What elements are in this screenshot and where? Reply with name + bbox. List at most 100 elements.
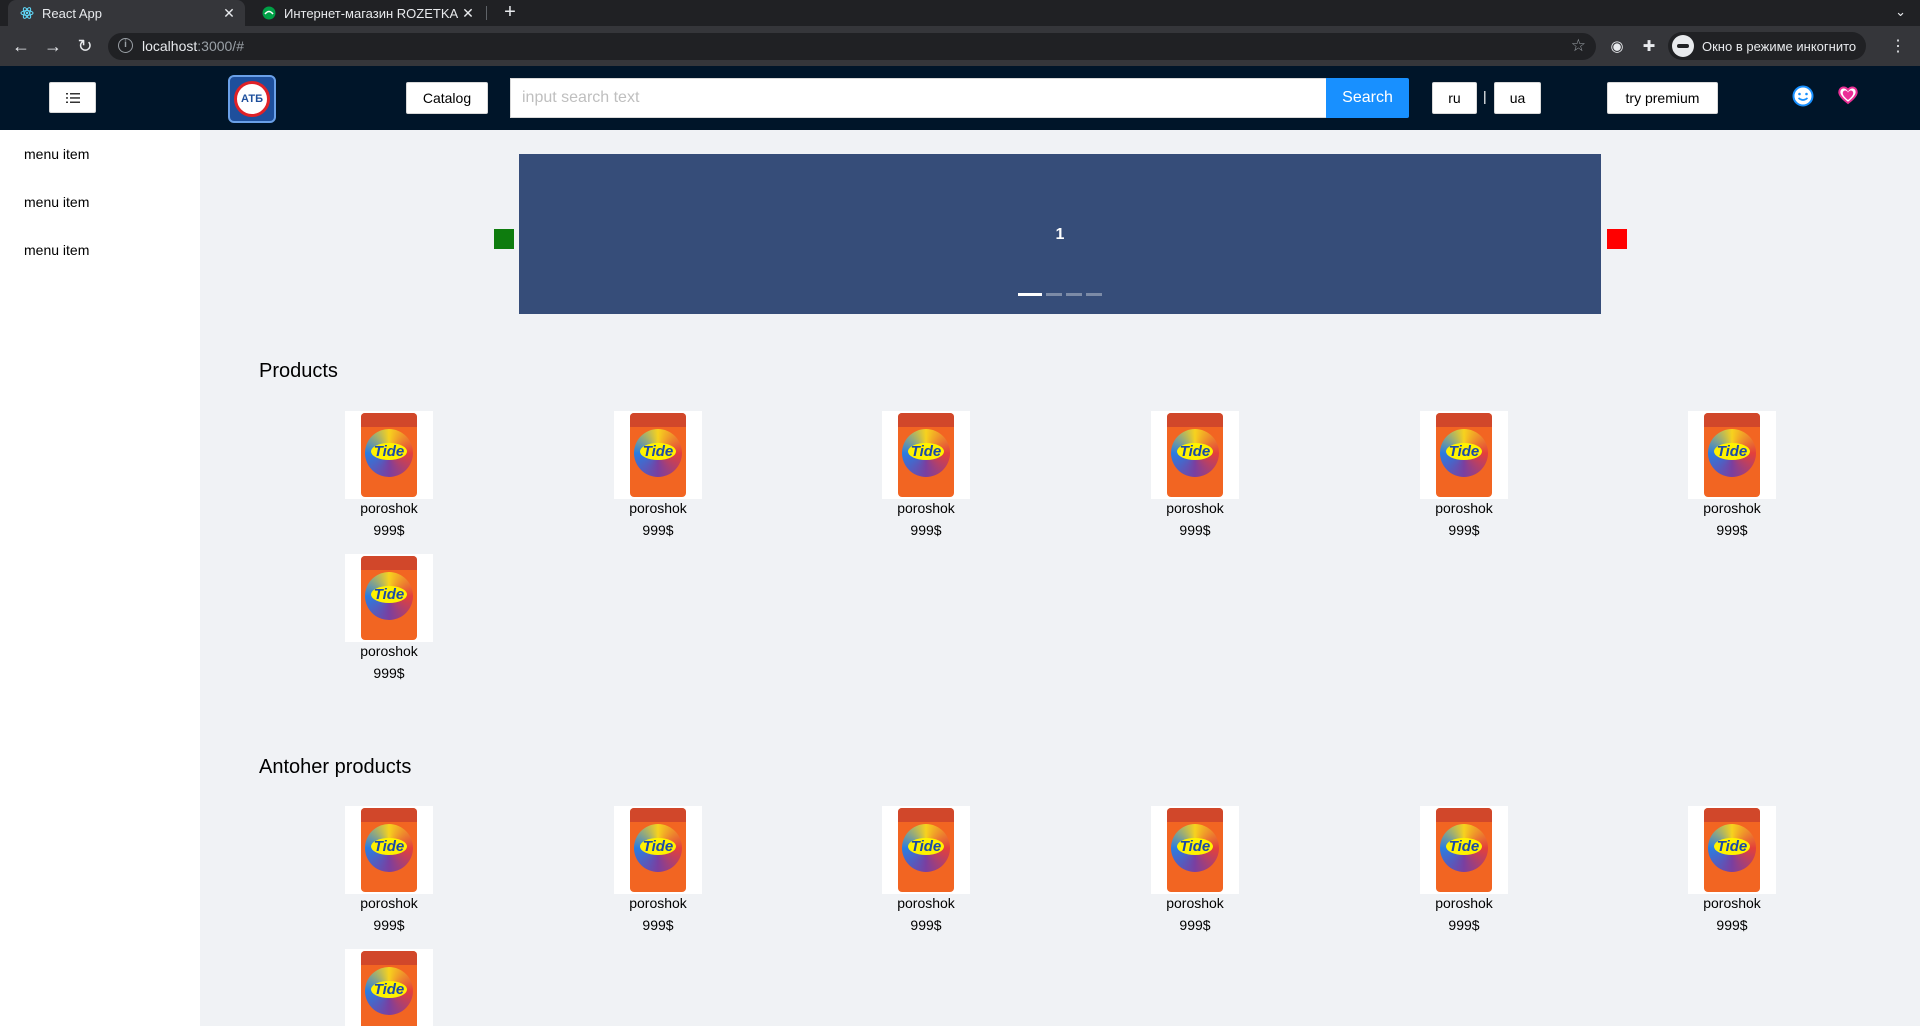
product-name: poroshok [360, 500, 418, 516]
search-button[interactable]: Search [1326, 78, 1409, 118]
smile-icon[interactable] [1792, 85, 1814, 107]
carousel: 1 [519, 154, 1601, 314]
product-image-logo: Tide [1177, 443, 1213, 460]
tide-detergent-pack-icon: Tide [361, 951, 417, 1026]
carousel-next-button[interactable] [1607, 229, 1627, 249]
product-price: 999$ [910, 522, 942, 538]
url-host: localhost [142, 38, 198, 54]
address-bar[interactable]: i localhost:3000/# ☆ [108, 33, 1596, 60]
lang-ru-button[interactable]: ru [1432, 82, 1477, 114]
incognito-icon [1672, 35, 1694, 57]
product-image[interactable]: Tide [1151, 411, 1239, 499]
tide-detergent-pack-icon: Tide [898, 413, 954, 497]
product-image-logo: Tide [640, 838, 676, 855]
lang-ua-button[interactable]: ua [1494, 82, 1541, 114]
logo-text: АТБ [240, 93, 264, 105]
browser-toolbar: ← → ↻ i localhost:3000/# ☆ ◉ ✚ Окно в ре… [0, 26, 1920, 66]
product-image-logo: Tide [1446, 838, 1482, 855]
tide-detergent-pack-icon: Tide [361, 413, 417, 497]
product-image[interactable]: Tide [1420, 806, 1508, 894]
product-image[interactable]: Tide [345, 411, 433, 499]
url-path: :3000/# [197, 38, 244, 54]
product-name: poroshok [897, 500, 955, 516]
incognito-badge[interactable]: Окно в режиме инкогнито [1668, 32, 1867, 60]
product-image[interactable]: Tide [1420, 411, 1508, 499]
tab-rozetka[interactable]: Интернет-магазин ROZETKA ✕ [250, 0, 484, 26]
logo-ring: АТБ [234, 81, 270, 117]
product-price: 999$ [373, 522, 405, 538]
site-info-icon[interactable]: i [118, 38, 133, 53]
atb-logo[interactable]: АТБ [228, 75, 276, 123]
browser-tab-bar: React App ✕ Интернет-магазин ROZETKA ✕ +… [0, 0, 1920, 26]
product-image[interactable]: Tide [1688, 806, 1776, 894]
extensions-puzzle-icon[interactable]: ✚ [1640, 38, 1658, 56]
carousel-dot[interactable] [1086, 293, 1102, 296]
product-image[interactable]: Tide [345, 949, 433, 1026]
sidebar-menu-item[interactable]: menu item [24, 146, 89, 162]
tide-detergent-pack-icon: Tide [1436, 808, 1492, 892]
url-text: localhost:3000/# [142, 38, 244, 54]
product-image[interactable]: Tide [614, 411, 702, 499]
carousel-dots [519, 293, 1601, 296]
product-image-logo: Tide [371, 838, 407, 855]
product-price: 999$ [1716, 917, 1748, 933]
slide-number: 1 [1055, 226, 1065, 243]
product-image-logo: Tide [371, 981, 407, 998]
catalog-button[interactable]: Catalog [406, 82, 488, 114]
sidebar: menu item menu item menu item [0, 130, 200, 1026]
google-lens-icon[interactable]: ◉ [1608, 38, 1626, 56]
product-image[interactable]: Tide [882, 411, 970, 499]
try-premium-button[interactable]: try premium [1607, 82, 1718, 114]
reload-icon[interactable]: ↻ [74, 36, 96, 58]
product-name: poroshok [1435, 500, 1493, 516]
product-price: 999$ [1448, 917, 1480, 933]
menu-toggle-button[interactable] [49, 82, 96, 113]
product-image[interactable]: Tide [614, 806, 702, 894]
section-title-another-products: Antoher products [259, 756, 412, 778]
browser-menu-icon[interactable]: ⋮ [1890, 36, 1906, 56]
tide-detergent-pack-icon: Tide [1704, 808, 1760, 892]
search-input[interactable] [510, 78, 1326, 118]
tide-detergent-pack-icon: Tide [1704, 413, 1760, 497]
close-tab-icon[interactable]: ✕ [460, 5, 476, 22]
new-tab-icon[interactable]: + [499, 0, 521, 26]
product-image-logo: Tide [371, 443, 407, 460]
product-image[interactable]: Tide [345, 806, 433, 894]
product-name: poroshok [1166, 500, 1224, 516]
product-image[interactable]: Tide [1688, 411, 1776, 499]
sidebar-menu-item[interactable]: menu item [24, 242, 89, 258]
product-image[interactable]: Tide [882, 806, 970, 894]
product-name: poroshok [1166, 895, 1224, 911]
carousel-dot[interactable] [1046, 293, 1062, 296]
product-name: poroshok [897, 895, 955, 911]
back-icon[interactable]: ← [10, 36, 32, 58]
tab-separator [486, 6, 487, 20]
incognito-label: Окно в режиме инкогнито [1702, 38, 1857, 54]
forward-icon[interactable]: → [42, 36, 64, 58]
bookmark-star-icon[interactable]: ☆ [1571, 36, 1586, 56]
tab-search-icon[interactable]: ⌄ [1895, 4, 1906, 20]
close-tab-icon[interactable]: ✕ [221, 5, 237, 22]
product-name: poroshok [360, 895, 418, 911]
product-image-logo: Tide [371, 586, 407, 603]
product-name: poroshok [1703, 895, 1761, 911]
carousel-dot[interactable] [1066, 293, 1082, 296]
tide-detergent-pack-icon: Tide [1436, 413, 1492, 497]
carousel-prev-button[interactable] [494, 229, 514, 249]
tide-detergent-pack-icon: Tide [361, 808, 417, 892]
section-title-products: Products [259, 360, 338, 382]
tide-detergent-pack-icon: Tide [1167, 808, 1223, 892]
tab-react-app[interactable]: React App ✕ [8, 0, 245, 26]
sidebar-menu-item[interactable]: menu item [24, 194, 89, 210]
heart-icon[interactable] [1837, 84, 1859, 106]
product-image-logo: Tide [640, 443, 676, 460]
rozetka-icon [262, 6, 276, 20]
tide-detergent-pack-icon: Tide [898, 808, 954, 892]
product-image[interactable]: Tide [1151, 806, 1239, 894]
product-image[interactable]: Tide [345, 554, 433, 642]
product-name: poroshok [360, 643, 418, 659]
carousel-dot[interactable] [1018, 293, 1042, 296]
tab-title: Интернет-магазин ROZETKA [284, 5, 459, 21]
product-name: poroshok [1435, 895, 1493, 911]
product-image-logo: Tide [1714, 443, 1750, 460]
